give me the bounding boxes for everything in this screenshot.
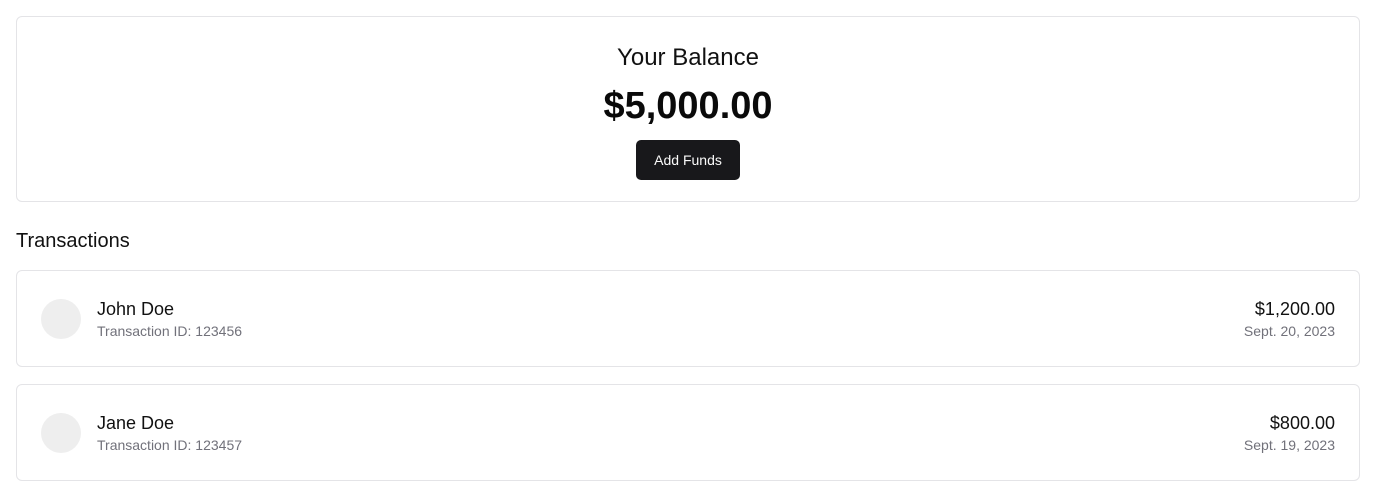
transaction-name: Jane Doe [97, 412, 175, 433]
transactions-heading: Transactions [16, 230, 130, 252]
add-funds-button[interactable]: Add Funds [636, 140, 740, 180]
transaction-id: Transaction ID: 123457 [97, 436, 243, 453]
balance-card: Your Balance $5,000.00 Add Funds [16, 16, 1360, 202]
avatar [41, 298, 81, 339]
transaction-amount: $800.00 [1269, 412, 1335, 433]
transaction-name: John Doe [97, 298, 175, 319]
transaction-details: $800.00 Sept. 19, 2023 [1244, 411, 1335, 455]
transaction-amount: $1,200.00 [1254, 298, 1335, 319]
transaction-details: $1,200.00 Sept. 20, 2023 [1244, 297, 1335, 341]
transaction-date: Sept. 19, 2023 [1243, 436, 1335, 453]
transaction-id: Transaction ID: 123456 [97, 322, 243, 339]
avatar [41, 412, 81, 453]
balance-title: Your Balance [617, 44, 759, 71]
transaction-date: Sept. 20, 2023 [1243, 322, 1335, 339]
balance-amount: $5,000.00 [603, 85, 773, 127]
wallet-page: Your Balance $5,000.00 Add Funds Transac… [0, 0, 1376, 498]
transactions-list: John Doe Transaction ID: 123456 $1,200.0… [16, 270, 1360, 481]
transaction-row[interactable]: Jane Doe Transaction ID: 123457 $800.00 … [16, 384, 1360, 481]
transaction-info: John Doe Transaction ID: 123456 [97, 297, 1244, 341]
transaction-row[interactable]: John Doe Transaction ID: 123456 $1,200.0… [16, 270, 1360, 367]
transaction-info: Jane Doe Transaction ID: 123457 [97, 411, 1244, 455]
